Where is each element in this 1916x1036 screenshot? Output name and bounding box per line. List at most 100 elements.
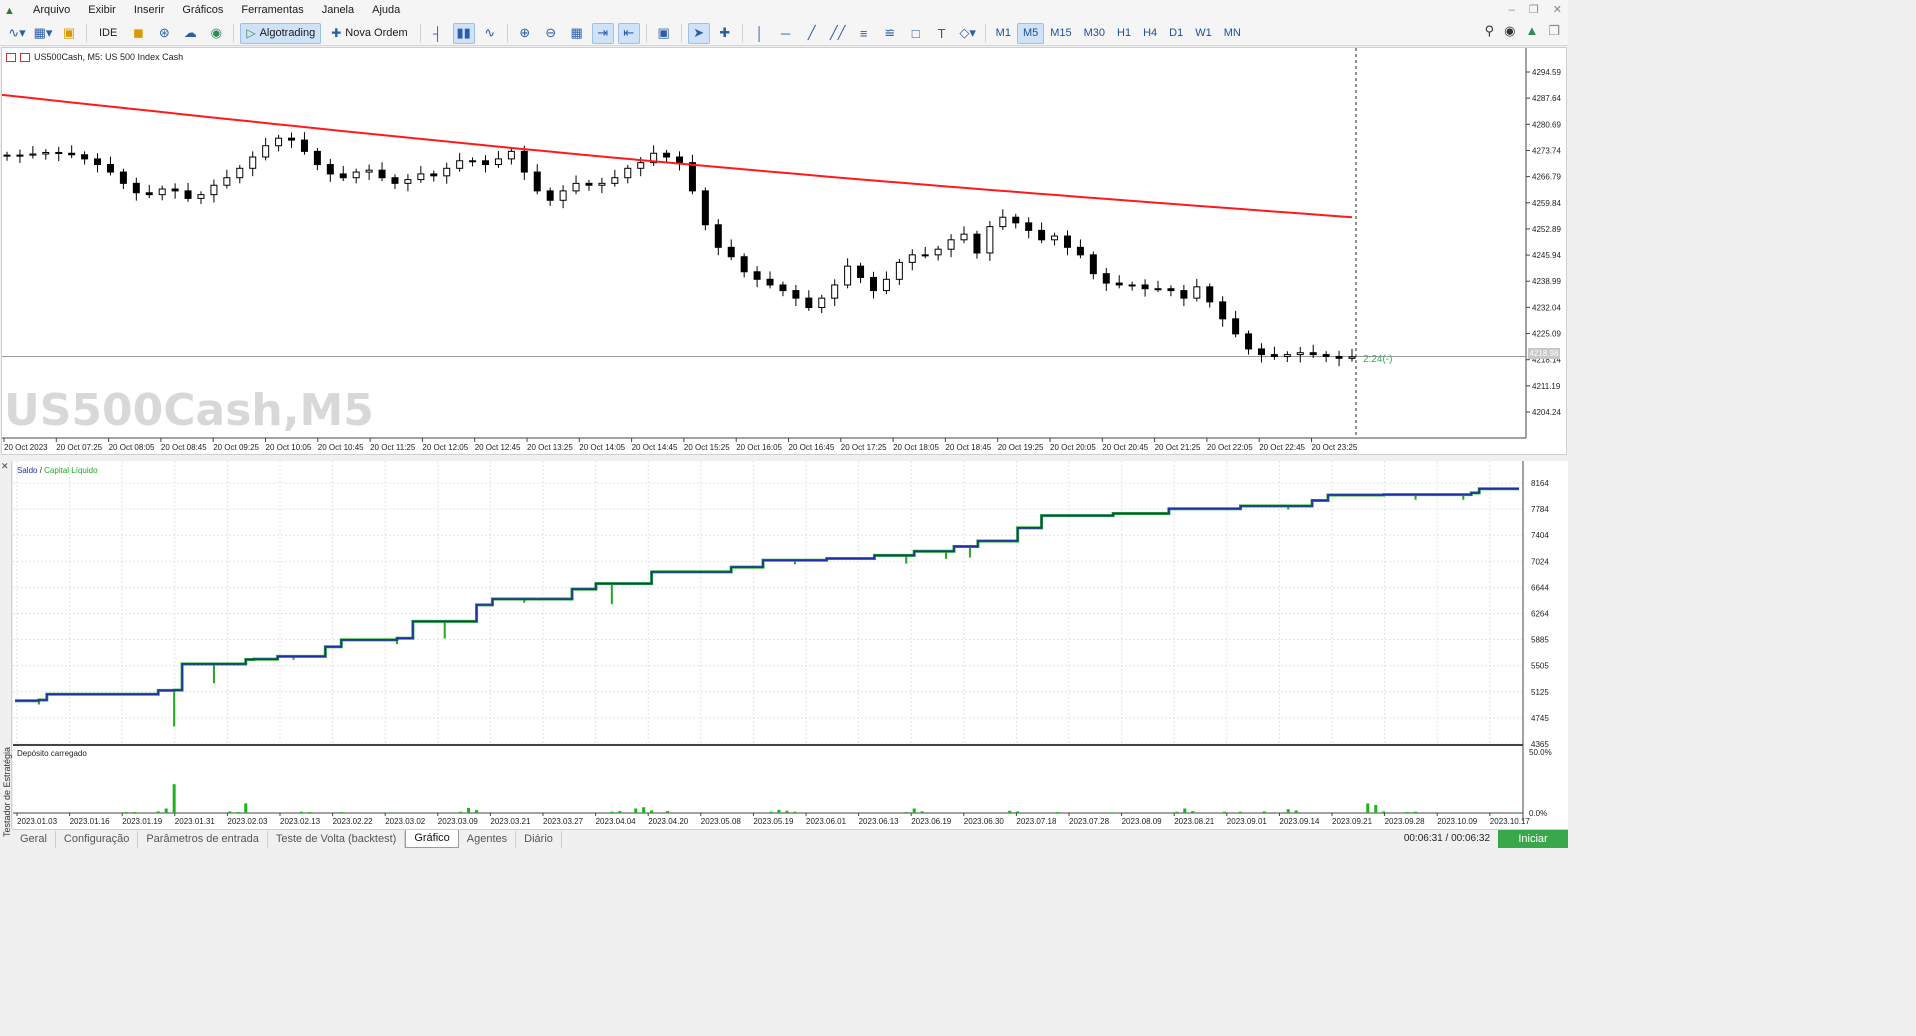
menu-window[interactable]: Janela bbox=[313, 0, 363, 21]
lock-icon[interactable]: ◼ bbox=[127, 23, 149, 44]
deposit-bar bbox=[857, 812, 861, 813]
candle-body bbox=[766, 278, 774, 286]
candle-body bbox=[119, 171, 127, 184]
candle-body bbox=[3, 154, 11, 157]
tab-graph[interactable]: Gráfico bbox=[405, 830, 459, 848]
timeframe-mn[interactable]: MN bbox=[1218, 23, 1247, 44]
tab-journal[interactable]: Diário bbox=[516, 830, 562, 848]
time-tick-label: 20 Oct 19:25 bbox=[998, 443, 1044, 452]
chart-shift-icon[interactable]: ⇤ bbox=[617, 22, 640, 44]
zoom-in-icon[interactable]: ⊕ bbox=[514, 23, 536, 44]
expand-icon[interactable]: ❐ bbox=[1548, 23, 1560, 39]
templates-icon[interactable]: ▦▾ bbox=[32, 23, 54, 44]
time-tick-label: 20 Oct 08:05 bbox=[109, 443, 155, 452]
time-tick-label: 20 Oct 22:45 bbox=[1259, 443, 1305, 452]
algotrading-label: Algotrading bbox=[259, 27, 316, 39]
equity-chart[interactable]: 8164 7784 7404 7024 6644 6264 5885 5505 5125 4745… bbox=[13, 461, 1568, 831]
vps-icon[interactable]: ◉ bbox=[205, 23, 227, 44]
crosshair-icon[interactable]: ✚ bbox=[714, 23, 736, 44]
timeframe-m5[interactable]: M5 bbox=[1016, 22, 1045, 44]
fibo-fan-icon[interactable]: ≌ bbox=[879, 23, 901, 44]
tab-agents[interactable]: Agentes bbox=[459, 830, 517, 848]
cloud-icon[interactable]: ☁ bbox=[179, 23, 201, 44]
candle-body bbox=[29, 153, 37, 156]
date-tick-label: 2023.04.20 bbox=[648, 817, 689, 826]
equity-chart-panel[interactable]: 8164 7784 7404 7024 6644 6264 5885 5505 5125 4745… bbox=[13, 461, 1568, 831]
zoom-out-icon[interactable]: ⊖ bbox=[540, 23, 562, 44]
candle-body bbox=[339, 173, 347, 179]
close-icon[interactable]: ✕ bbox=[1553, 0, 1562, 21]
menu-view[interactable]: Exibir bbox=[79, 0, 125, 21]
line-chart-icon[interactable]: ∿ bbox=[479, 23, 501, 44]
menu-file[interactable]: Arquivo bbox=[24, 0, 79, 21]
shapes-icon[interactable]: □ bbox=[905, 23, 927, 44]
signal-icon[interactable]: ⊛ bbox=[153, 23, 175, 44]
deposit-bar bbox=[610, 811, 614, 813]
timeframe-m30[interactable]: M30 bbox=[1078, 23, 1111, 44]
grid-icon[interactable]: ▦ bbox=[566, 23, 588, 44]
minimize-icon[interactable]: – bbox=[1509, 0, 1515, 21]
signal-strength-icon[interactable]: ▲ bbox=[1525, 23, 1538, 39]
time-tick-label: 20 Oct 18:05 bbox=[893, 443, 939, 452]
cursor-icon[interactable]: ➤ bbox=[687, 22, 710, 44]
strategy-tester-label: Testador de Estratégia bbox=[2, 746, 12, 837]
candle-body bbox=[1283, 354, 1291, 357]
deposit-bar bbox=[124, 812, 128, 813]
candle-body bbox=[1167, 288, 1175, 292]
close-tester-icon[interactable]: ✕ bbox=[1, 461, 9, 472]
horizontal-line-icon[interactable]: ─ bbox=[775, 23, 797, 44]
new-order-button[interactable]: ✚ Nova Ordem bbox=[325, 23, 413, 44]
equidistant-channel-icon[interactable]: ╱╱ bbox=[827, 23, 849, 44]
search-icon[interactable]: ⚲ bbox=[1485, 23, 1495, 39]
restore-icon[interactable]: ❐ bbox=[1529, 0, 1539, 21]
chart-type-icon[interactable]: ∿▾ bbox=[6, 23, 28, 44]
time-tick-label: 20 Oct 23:25 bbox=[1312, 443, 1358, 452]
timeframe-d1[interactable]: D1 bbox=[1163, 23, 1189, 44]
date-tick-label: 2023.07.28 bbox=[1069, 817, 1110, 826]
market-icon[interactable]: ▣ bbox=[58, 23, 80, 44]
menu-charts[interactable]: Gráficos bbox=[173, 0, 232, 21]
tab-inputs[interactable]: Parâmetros de entrada bbox=[138, 830, 268, 848]
deposit-bar bbox=[1008, 810, 1012, 813]
autoscroll-icon[interactable]: ⇥ bbox=[591, 22, 614, 44]
menu-tools[interactable]: Ferramentas bbox=[232, 0, 312, 21]
vertical-line-icon[interactable]: │ bbox=[749, 23, 771, 44]
tab-backtest[interactable]: Teste de Volta (backtest) bbox=[268, 830, 406, 848]
candle-body bbox=[1309, 352, 1317, 356]
candle-body bbox=[1180, 290, 1188, 299]
candle-body bbox=[947, 239, 955, 250]
timeframe-h4[interactable]: H4 bbox=[1137, 23, 1163, 44]
candle-body bbox=[482, 160, 490, 166]
tab-general[interactable]: Geral bbox=[12, 830, 56, 848]
timeframe-m1[interactable]: M1 bbox=[990, 23, 1017, 44]
tab-settings[interactable]: Configuração bbox=[56, 830, 139, 848]
candle-body bbox=[1141, 284, 1149, 290]
ide-label: IDE bbox=[99, 27, 118, 39]
menu-insert[interactable]: Inserir bbox=[125, 0, 174, 21]
candle-body bbox=[973, 233, 981, 254]
start-button[interactable]: Iniciar bbox=[1498, 830, 1568, 848]
menu-help[interactable]: Ajuda bbox=[363, 0, 409, 21]
ide-button[interactable]: IDE bbox=[93, 23, 123, 44]
deposit-bar bbox=[1517, 812, 1521, 813]
fibonacci-icon[interactable]: ≡ bbox=[853, 23, 875, 44]
objects-icon[interactable]: ◇▾ bbox=[957, 23, 979, 44]
price-tick-label: 4232.04 bbox=[1532, 303, 1561, 312]
bar-chart-icon[interactable]: ┤ bbox=[427, 23, 449, 44]
account-icon[interactable]: ◉ bbox=[1504, 23, 1515, 39]
candle-body bbox=[1012, 216, 1020, 224]
text-icon[interactable]: T bbox=[931, 23, 953, 44]
algotrading-button[interactable]: ▷ Algotrading bbox=[240, 22, 322, 44]
timeframe-m15[interactable]: M15 bbox=[1044, 23, 1077, 44]
candlestick-icon[interactable]: ▮▮ bbox=[452, 22, 475, 44]
timeframe-h1[interactable]: H1 bbox=[1111, 23, 1137, 44]
screenshot-icon[interactable]: ▣ bbox=[653, 23, 675, 44]
date-tick-label: 2023.02.22 bbox=[333, 817, 374, 826]
play-icon: ▷ bbox=[246, 26, 256, 40]
candle-body bbox=[55, 151, 63, 154]
timeframe-w1[interactable]: W1 bbox=[1189, 23, 1218, 44]
price-chart-panel[interactable]: 4294.59 4287.64 4280.69 4273.74 4266.79 4259.… bbox=[1, 47, 1567, 455]
candle-body bbox=[546, 190, 554, 201]
trendline-icon[interactable]: ╱ bbox=[801, 23, 823, 44]
candle-body bbox=[637, 162, 645, 169]
